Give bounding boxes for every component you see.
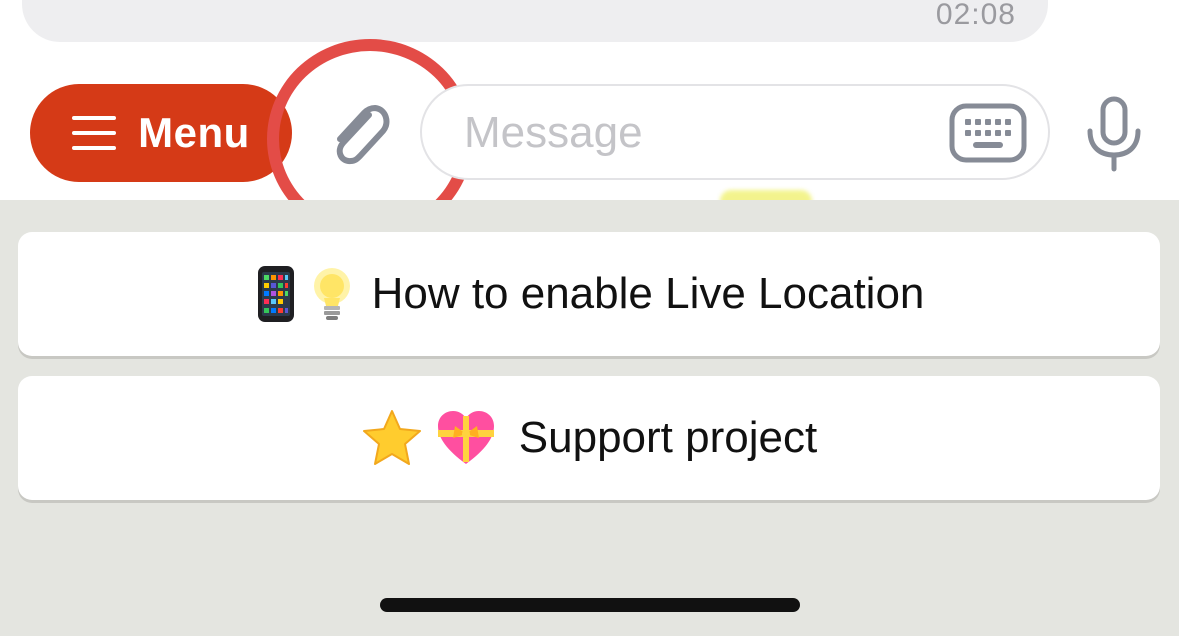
- reply-button-label: Support project: [518, 413, 818, 462]
- keyboard-toggle-button[interactable]: [948, 102, 1028, 164]
- reply-button-label: How to enable Live Location: [371, 269, 925, 318]
- message-input[interactable]: [462, 102, 926, 164]
- message-bubble[interactable]: 02:08: [22, 0, 1048, 42]
- star-emoji: [361, 408, 423, 468]
- reply-button-support-project[interactable]: Support project: [18, 376, 1160, 500]
- paperclip-icon: [336, 105, 390, 164]
- home-indicator: [380, 598, 800, 612]
- microphone-icon: [1087, 96, 1141, 172]
- message-time: 02:08: [935, 0, 1016, 31]
- hamburger-icon: [72, 116, 117, 150]
- menu-button-label: Menu: [138, 109, 250, 156]
- light-bulb-emoji: [310, 264, 354, 324]
- menu-button[interactable]: Menu: [30, 84, 292, 182]
- reply-button-live-location[interactable]: How to enable Live Location: [18, 232, 1160, 356]
- attach-button[interactable]: [314, 88, 404, 178]
- keyboard-icon: [949, 103, 1027, 163]
- heart-with-ribbon-emoji: [435, 408, 497, 468]
- message-field[interactable]: [420, 84, 1050, 180]
- voice-message-button[interactable]: [1074, 92, 1154, 176]
- mobile-phone-emoji: [254, 264, 298, 324]
- bot-reply-keyboard: How to enable Live Location Support proj…: [0, 200, 1179, 636]
